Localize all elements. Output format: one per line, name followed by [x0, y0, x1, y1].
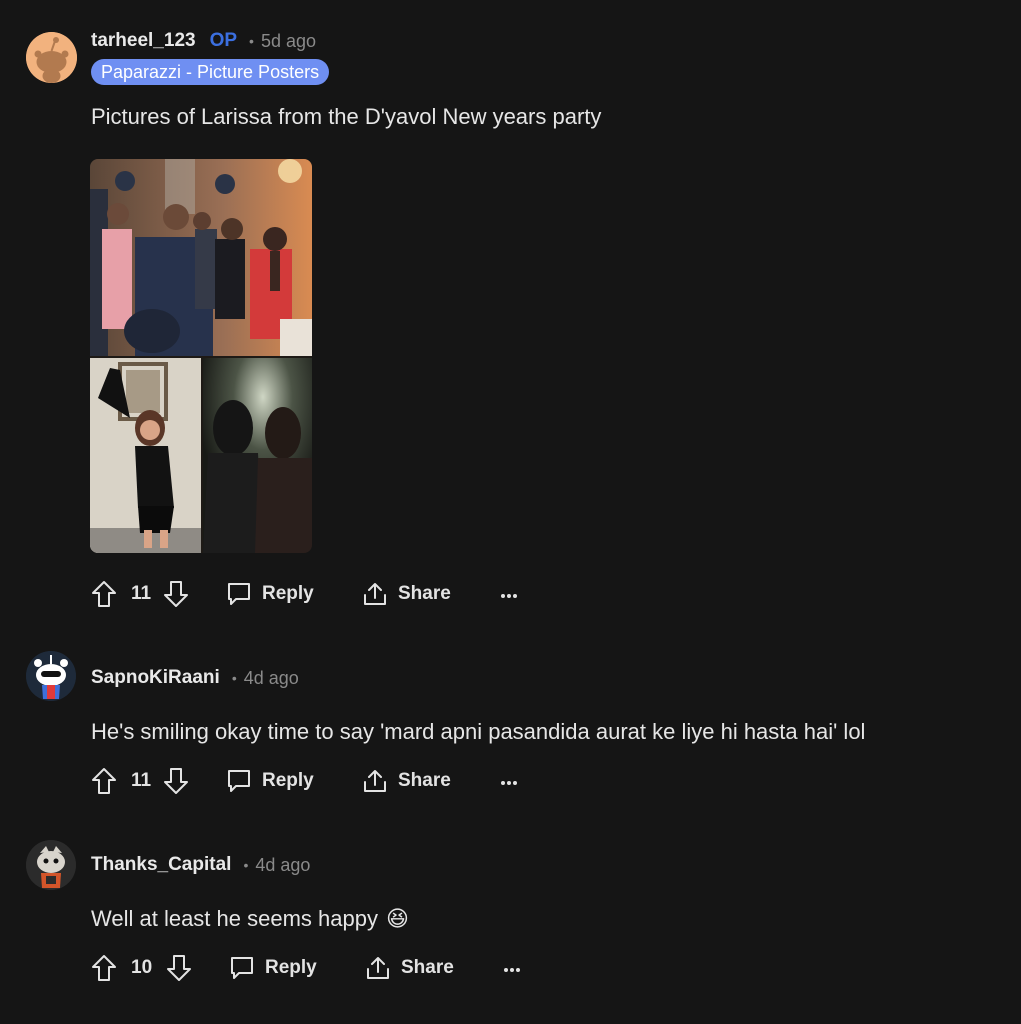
separator-dot: • [249, 33, 254, 49]
comment-meta: SapnoKiRaani • 4d ago [91, 667, 299, 689]
comment-meta: tarheel_123 OP • 5d ago [91, 30, 316, 52]
share-upload-icon [364, 583, 386, 605]
vote-count: 11 [131, 770, 152, 791]
username[interactable]: Thanks_Capital [91, 854, 231, 876]
action-bar: 11 Reply Share [91, 579, 591, 609]
reply-button[interactable]: Reply [229, 953, 317, 983]
upvote-button[interactable] [91, 766, 117, 796]
ellipsis-icon [500, 772, 518, 790]
comment-text: Pictures of Larissa from the D'yavol New… [91, 104, 602, 129]
downvote-button[interactable] [166, 953, 192, 983]
comment-meta: Thanks_Capital • 4d ago [91, 854, 310, 876]
vote-count: 10 [131, 957, 153, 978]
comment-text-row: Well at least he seems happy 😆 [91, 906, 409, 932]
speech-bubble-icon [231, 957, 253, 979]
share-label: Share [398, 583, 451, 604]
ellipsis-icon [503, 959, 521, 977]
upvote-button[interactable] [91, 579, 117, 609]
arrow-down-icon [167, 955, 191, 981]
snoo-avatar-icon [26, 840, 76, 890]
ellipsis-icon [500, 585, 518, 603]
more-options-button[interactable] [500, 579, 518, 609]
user-avatar[interactable] [26, 840, 76, 890]
user-avatar[interactable] [26, 32, 77, 83]
share-upload-icon [364, 770, 386, 792]
username[interactable]: tarheel_123 [91, 30, 196, 52]
reply-button[interactable]: Reply [226, 766, 314, 796]
reply-label: Reply [262, 770, 314, 791]
arrow-down-icon [164, 581, 188, 607]
photo-party-crowd [90, 159, 312, 356]
timestamp: 5d ago [260, 30, 316, 51]
separator-dot: • [243, 857, 249, 873]
user-avatar[interactable] [26, 651, 76, 701]
comment-1: tarheel_123 OP • 5d ago Paparazzi - Pict… [0, 0, 1021, 620]
comment-2: SapnoKiRaani • 4d ago He's smiling okay … [0, 640, 1021, 810]
photo-pose [90, 358, 201, 553]
action-bar: 10 Reply Share [91, 953, 591, 983]
upvote-button[interactable] [91, 953, 117, 983]
action-bar: 11 Reply Share [91, 766, 591, 796]
speech-bubble-icon [228, 770, 250, 792]
op-badge: OP [209, 30, 238, 51]
snoo-avatar-icon [26, 32, 77, 83]
arrow-down-icon [164, 768, 188, 794]
timestamp: 4d ago [255, 854, 311, 875]
arrow-up-icon [92, 955, 116, 981]
reply-label: Reply [265, 957, 317, 978]
share-button[interactable]: Share [362, 579, 451, 609]
share-button[interactable]: Share [365, 953, 454, 983]
share-upload-icon [367, 957, 389, 979]
username[interactable]: SapnoKiRaani [91, 667, 220, 689]
arrow-up-icon [92, 581, 116, 607]
share-label: Share [398, 770, 451, 791]
reply-label: Reply [262, 583, 314, 604]
share-label: Share [401, 957, 454, 978]
comment-text: He's smiling okay time to say 'mard apni… [91, 719, 866, 744]
separator-dot: • [231, 670, 237, 686]
user-flair: Paparazzi - Picture Posters [91, 59, 330, 85]
comment-3: Thanks_Capital • 4d ago Well at least he… [0, 830, 1021, 1020]
snoo-avatar-icon [26, 651, 76, 701]
speech-bubble-icon [228, 583, 250, 605]
comment-text: Well at least he seems happy [91, 906, 378, 931]
more-options-button[interactable] [500, 766, 518, 796]
downvote-button[interactable] [163, 766, 189, 796]
more-options-button[interactable] [503, 953, 521, 983]
comment-image[interactable] [90, 159, 312, 553]
vote-count: 11 [131, 583, 152, 604]
reply-button[interactable]: Reply [226, 579, 314, 609]
timestamp: 4d ago [243, 667, 299, 688]
photo-dark-closeup [203, 358, 312, 553]
downvote-button[interactable] [163, 579, 189, 609]
arrow-up-icon [92, 768, 116, 794]
share-button[interactable]: Share [362, 766, 451, 796]
grinning-squint-emoji: 😆 [385, 906, 409, 932]
